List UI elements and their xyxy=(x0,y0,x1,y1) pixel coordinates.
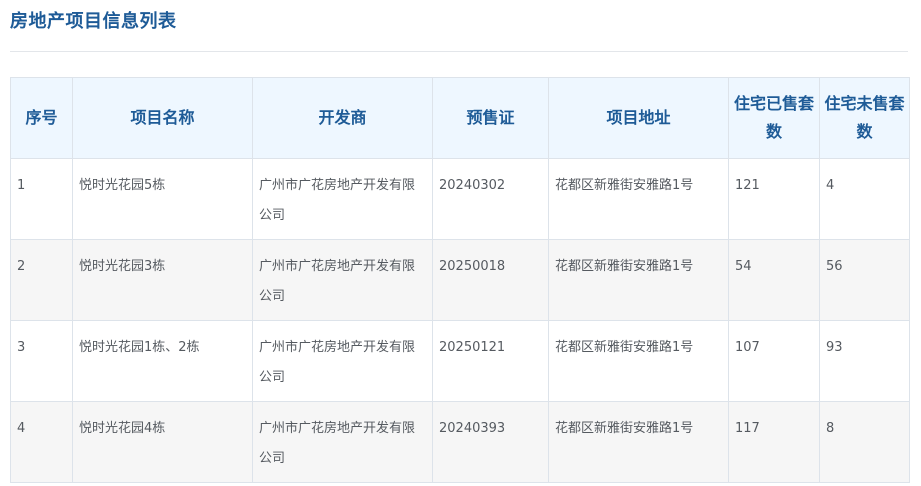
header-project-name: 项目名称 xyxy=(72,77,253,159)
cell-address: 花都区新雅街安雅路1号 xyxy=(548,158,729,240)
cell-presale-license: 20250121 xyxy=(432,320,549,402)
table-row: 3 悦时光花园1栋、2栋 广州市广花房地产开发有限公司 20250121 花都区… xyxy=(10,320,910,402)
cell-address: 花都区新雅街安雅路1号 xyxy=(548,401,729,483)
cell-sold-units: 117 xyxy=(728,401,820,483)
table-row: 1 悦时光花园5栋 广州市广花房地产开发有限公司 20240302 花都区新雅街… xyxy=(10,158,910,240)
cell-project-name: 悦时光花园4栋 xyxy=(72,401,253,483)
cell-presale-license: 20240302 xyxy=(432,158,549,240)
cell-unsold-units: 4 xyxy=(819,158,910,240)
cell-index: 2 xyxy=(10,239,73,321)
cell-sold-units: 107 xyxy=(728,320,820,402)
header-address: 项目地址 xyxy=(548,77,729,159)
cell-unsold-units: 56 xyxy=(819,239,910,321)
header-sold-units: 住宅已售套数 xyxy=(728,77,820,159)
header-index: 序号 xyxy=(10,77,73,159)
page-title: 房地产项目信息列表 xyxy=(10,11,177,32)
cell-address: 花都区新雅街安雅路1号 xyxy=(548,320,729,402)
table-row: 2 悦时光花园3栋 广州市广花房地产开发有限公司 20250018 花都区新雅街… xyxy=(10,239,910,321)
cell-index: 4 xyxy=(10,401,73,483)
cell-index: 1 xyxy=(10,158,73,240)
cell-project-name: 悦时光花园5栋 xyxy=(72,158,253,240)
table-header-row: 序号 项目名称 开发商 预售证 项目地址 住宅已售套数 住宅未售套数 xyxy=(10,77,910,159)
cell-presale-license: 20240393 xyxy=(432,401,549,483)
cell-developer: 广州市广花房地产开发有限公司 xyxy=(252,239,433,321)
cell-sold-units: 121 xyxy=(728,158,820,240)
cell-project-name: 悦时光花园1栋、2栋 xyxy=(72,320,253,402)
cell-project-name: 悦时光花园3栋 xyxy=(72,239,253,321)
cell-developer: 广州市广花房地产开发有限公司 xyxy=(252,320,433,402)
table-row: 4 悦时光花园4栋 广州市广花房地产开发有限公司 20240393 花都区新雅街… xyxy=(10,401,910,483)
cell-developer: 广州市广花房地产开发有限公司 xyxy=(252,401,433,483)
title-divider xyxy=(10,51,908,52)
cell-sold-units: 54 xyxy=(728,239,820,321)
cell-unsold-units: 93 xyxy=(819,320,910,402)
header-unsold-units: 住宅未售套数 xyxy=(819,77,910,159)
cell-unsold-units: 8 xyxy=(819,401,910,483)
cell-address: 花都区新雅街安雅路1号 xyxy=(548,239,729,321)
cell-index: 3 xyxy=(10,320,73,402)
header-presale-license: 预售证 xyxy=(432,77,549,159)
header-developer: 开发商 xyxy=(252,77,433,159)
project-table: 序号 项目名称 开发商 预售证 项目地址 住宅已售套数 住宅未售套数 1 悦时光… xyxy=(10,77,910,483)
cell-presale-license: 20250018 xyxy=(432,239,549,321)
cell-developer: 广州市广花房地产开发有限公司 xyxy=(252,158,433,240)
